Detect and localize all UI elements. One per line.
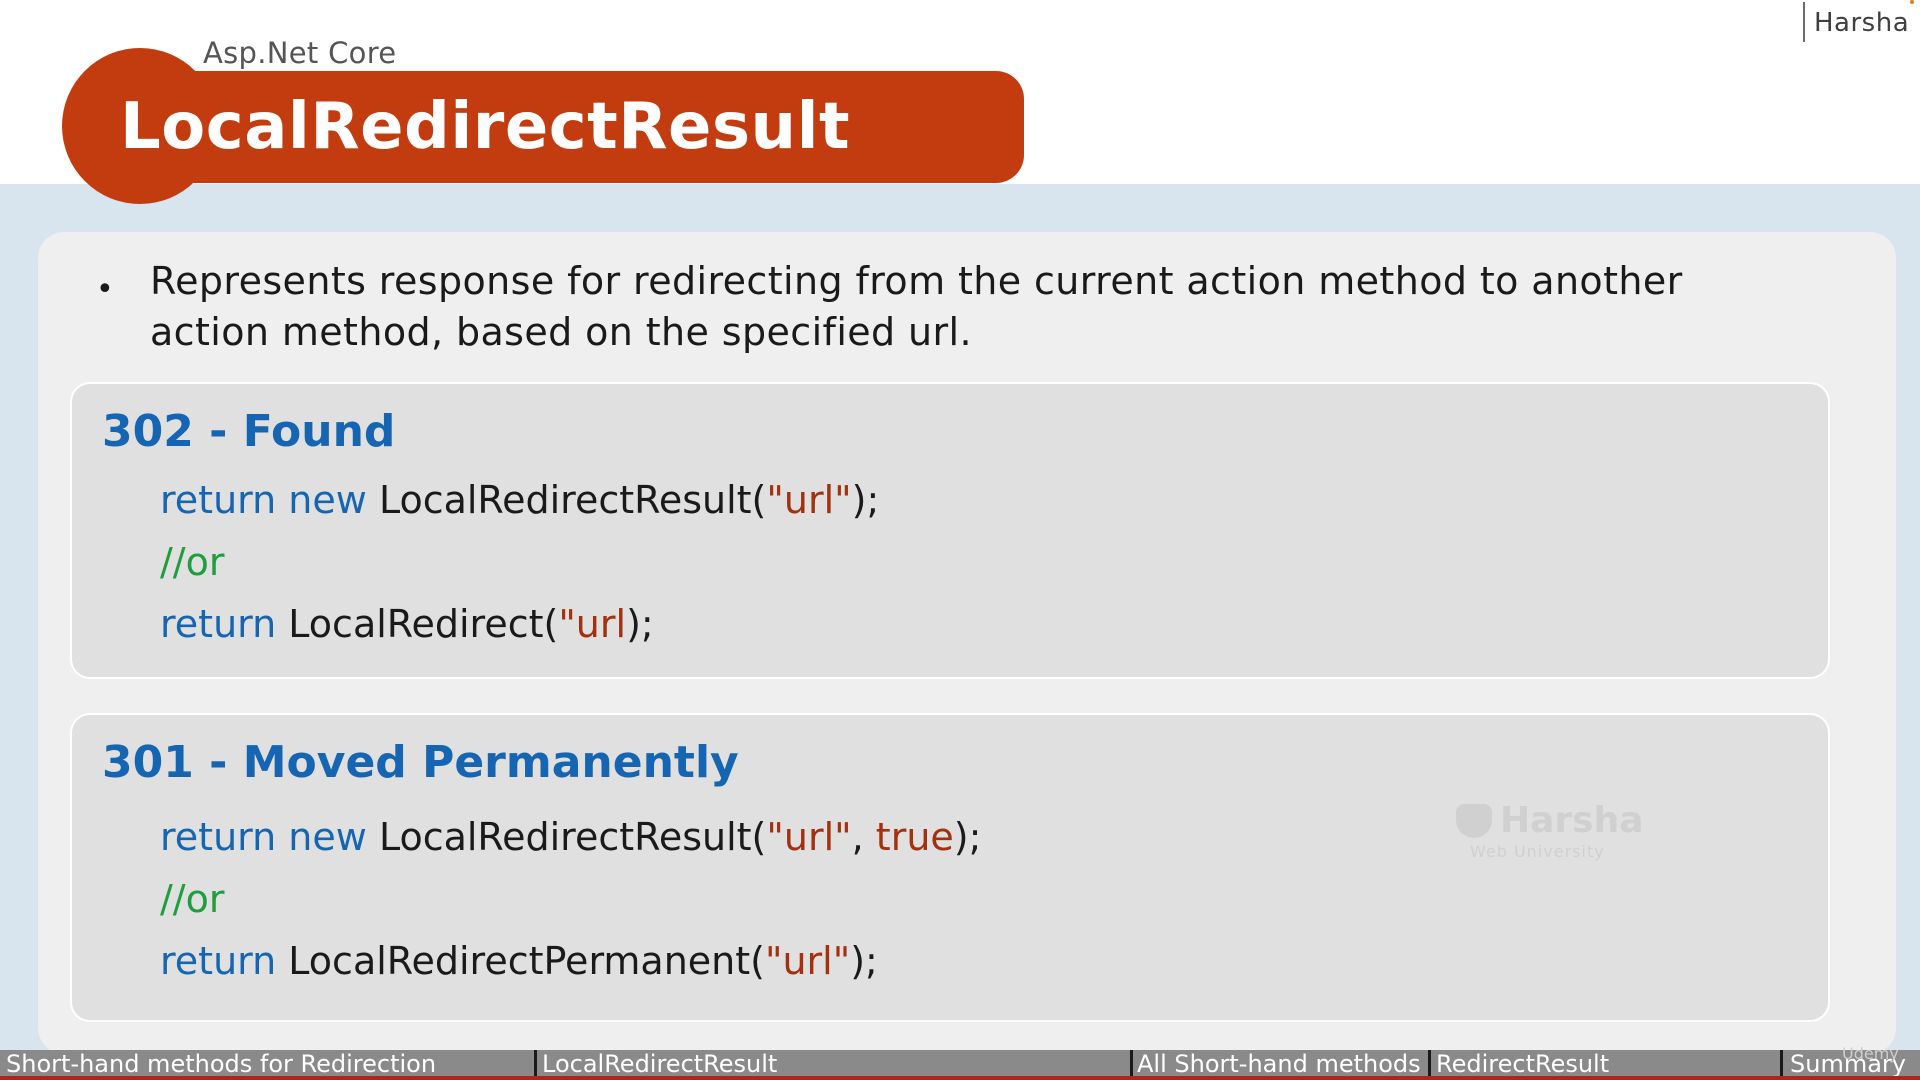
code-boolean: true	[875, 815, 954, 859]
code-keyword: new	[288, 815, 367, 859]
code-call: LocalRedirectResult(	[378, 478, 767, 522]
code-box-heading: 302 - Found	[102, 406, 396, 457]
code-comment: //or	[160, 540, 225, 584]
progress-strip	[0, 1076, 1920, 1080]
code-punctuation: );	[850, 939, 878, 983]
code-keyword: return	[160, 602, 277, 646]
nav-item-all-shorthand[interactable]: All Short-hand methods	[1137, 1050, 1421, 1078]
code-line: //or	[160, 877, 224, 921]
code-punctuation: );	[851, 478, 880, 522]
code-punctuation: );	[953, 815, 982, 859]
watermark-subtitle: Web University	[1470, 842, 1605, 861]
corner-dot-icon	[1910, 0, 1914, 4]
code-call: LocalRedirectPermanent(	[288, 939, 765, 983]
code-line: return new LocalRedirectResult("url");	[160, 478, 879, 522]
code-call: LocalRedirectResult(	[378, 815, 767, 859]
code-string: "url	[558, 602, 627, 646]
code-line: return LocalRedirectPermanent("url");	[160, 939, 878, 983]
slide-subtitle: Asp.Net Core	[203, 36, 397, 70]
code-box-heading: 301 - Moved Permanently	[102, 737, 739, 788]
nav-separator	[1428, 1050, 1431, 1076]
code-string: "url"	[766, 478, 852, 522]
author-divider	[1803, 2, 1805, 42]
nav-item-shorthand[interactable]: Short-hand methods for Redirection	[6, 1050, 436, 1078]
bullet-text: Represents response for redirecting from…	[150, 259, 1683, 354]
code-keyword: return	[160, 478, 277, 522]
code-line: return LocalRedirect("url);	[160, 602, 654, 646]
code-line: //or	[160, 540, 224, 584]
code-string: "url"	[764, 939, 851, 983]
code-keyword: return	[160, 939, 277, 983]
bullet-marker: •	[96, 272, 114, 307]
code-line: return new LocalRedirectResult("url", tr…	[160, 815, 981, 859]
nav-separator	[1780, 1050, 1783, 1076]
author-name: Harsha	[1814, 8, 1910, 38]
code-keyword: new	[288, 478, 367, 522]
nav-separator	[534, 1050, 537, 1076]
code-box-permanent: 301 - Moved Permanently return new Local…	[70, 713, 1830, 1022]
nav-separator	[1130, 1050, 1133, 1076]
code-punctuation: );	[626, 602, 654, 646]
watermark-logo: Harsha Web University	[1452, 800, 1644, 862]
udemy-watermark: Udemy	[1842, 1044, 1899, 1063]
nav-item-localredirectresult[interactable]: LocalRedirectResult	[542, 1050, 777, 1078]
code-keyword: return	[160, 815, 277, 859]
shield-icon	[1456, 804, 1492, 838]
nav-item-redirectresult[interactable]: RedirectResult	[1436, 1050, 1609, 1078]
code-comment: //or	[160, 877, 225, 921]
code-string: "url"	[766, 815, 852, 859]
code-punctuation: ,	[851, 815, 876, 859]
code-call: LocalRedirect(	[288, 602, 559, 646]
watermark-name: Harsha	[1500, 800, 1644, 841]
code-box-found: 302 - Found return new LocalRedirectResu…	[70, 382, 1830, 679]
slide-title: LocalRedirectResult	[120, 90, 851, 164]
